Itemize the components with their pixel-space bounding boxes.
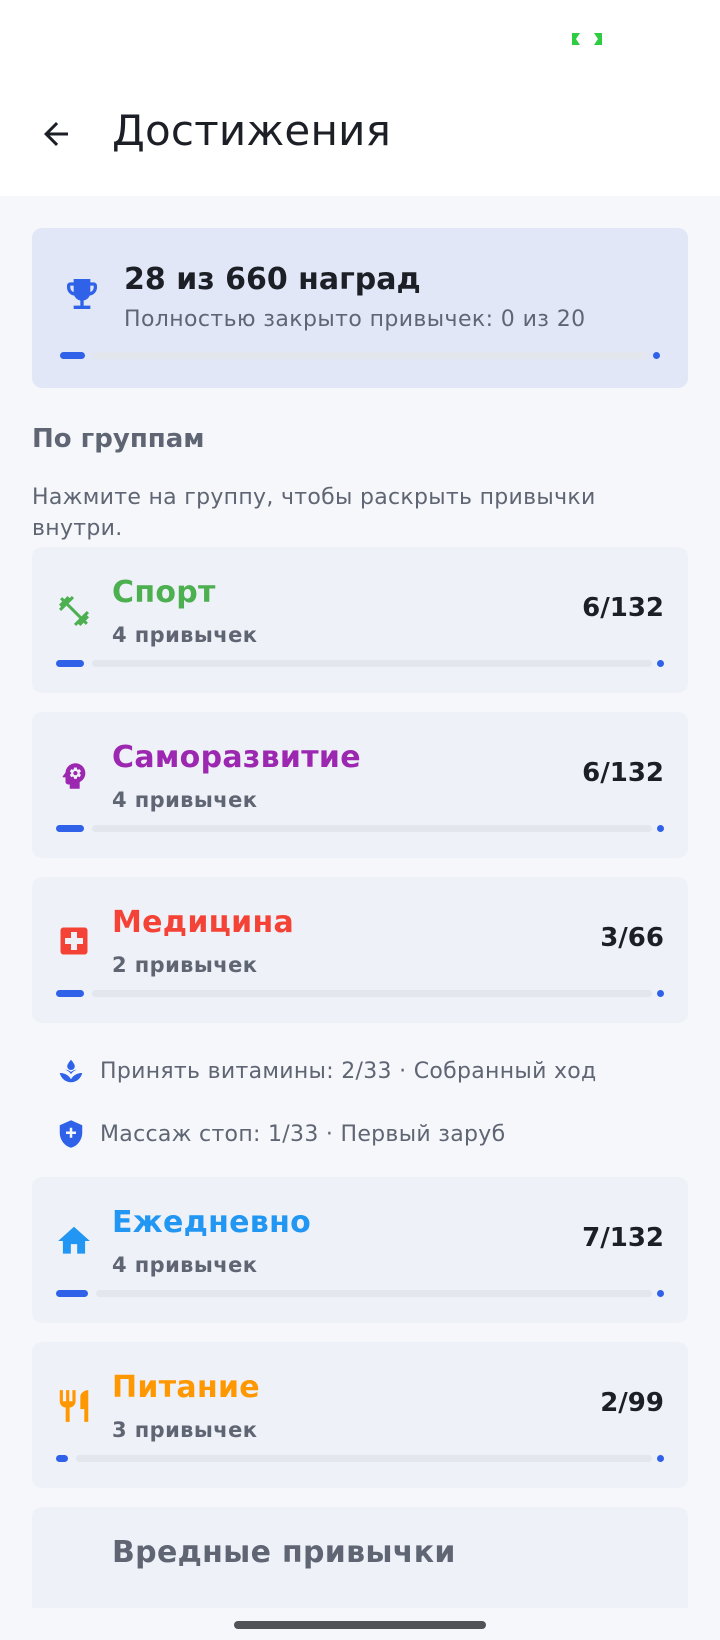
progress-end-dot <box>657 1290 664 1297</box>
summary-title: 28 из 660 наград <box>124 262 421 297</box>
screen-record-icon <box>572 33 602 45</box>
home-icon <box>54 1221 94 1261</box>
group-habit-count: 4 привычек <box>112 623 258 647</box>
leaf-drop-icon <box>56 1056 86 1086</box>
progress-end-dot <box>657 1455 664 1462</box>
section-hint: Нажмите на группу, чтобы раскрыть привыч… <box>32 485 596 541</box>
head-gear-icon <box>54 756 94 796</box>
system-navigation-bar <box>0 1608 720 1640</box>
page-title: Достижения <box>112 106 392 155</box>
group-progress-bar <box>56 990 664 997</box>
summary-subtitle: Полностью закрыто привычек: 0 из 20 <box>124 307 586 332</box>
progress-track <box>92 660 652 667</box>
shield-plus-icon <box>56 1119 86 1149</box>
progress-end-dot <box>657 825 664 832</box>
group-score: 6/132 <box>582 593 664 623</box>
group-name: Саморазвитие <box>112 740 361 775</box>
group-score: 6/132 <box>582 758 664 788</box>
group-card-bad-habits[interactable]: Вредные привычки <box>32 1507 688 1608</box>
group-name: Вредные привычки <box>112 1535 456 1570</box>
group-card-daily[interactable]: Ежедневно 4 привычек 7/132 <box>32 1177 688 1323</box>
group-score: 2/99 <box>600 1388 664 1418</box>
group-habit-count: 4 привычек <box>112 1253 258 1277</box>
progress-end-dot <box>657 660 664 667</box>
progress-fill <box>56 1455 68 1462</box>
habit-item-vitamins[interactable]: Принять витамины: 2/33 · Собранный ход <box>56 1051 676 1091</box>
progress-track <box>76 1455 652 1462</box>
progress-end-dot <box>657 990 664 997</box>
group-card-self-development[interactable]: Саморазвитие 4 привычек 6/132 <box>32 712 688 858</box>
group-habit-count: 2 привычек <box>112 953 258 977</box>
progress-fill <box>56 990 84 997</box>
group-score: 3/66 <box>600 923 664 953</box>
medical-cross-icon <box>54 921 94 961</box>
group-card-sport[interactable]: Спорт 4 привычек 6/132 <box>32 547 688 693</box>
achievements-content[interactable]: 28 из 660 наград Полностью закрыто привы… <box>0 196 720 1608</box>
habit-item-foot-massage[interactable]: Массаж стоп: 1/33 · Первый заруб <box>56 1114 676 1154</box>
group-score: 7/132 <box>582 1223 664 1253</box>
progress-track <box>92 990 652 997</box>
group-progress-bar <box>56 1290 664 1297</box>
group-progress-bar <box>56 660 664 667</box>
back-button[interactable] <box>24 102 88 166</box>
group-card-medicine[interactable]: Медицина 2 привычек 3/66 <box>32 877 688 1023</box>
progress-track <box>96 1290 652 1297</box>
trophy-icon <box>67 279 97 309</box>
group-name: Ежедневно <box>112 1205 312 1240</box>
group-progress-bar <box>56 825 664 832</box>
fork-knife-icon <box>54 1386 94 1426</box>
group-habit-count: 4 привычек <box>112 788 258 812</box>
group-progress-bar <box>56 1455 664 1462</box>
group-name: Спорт <box>112 575 216 610</box>
habit-text: Принять витамины: 2/33 · Собранный ход <box>100 1058 597 1084</box>
dumbbell-icon <box>54 591 94 631</box>
progress-track <box>92 825 652 832</box>
summary-progress-bar <box>60 352 660 359</box>
progress-fill <box>56 825 84 832</box>
summary-card: 28 из 660 наград Полностью закрыто привы… <box>32 228 688 388</box>
progress-fill <box>60 352 85 359</box>
group-card-nutrition[interactable]: Питание 3 привычек 2/99 <box>32 1342 688 1488</box>
status-bar <box>0 0 720 80</box>
arrow-left-icon <box>44 122 68 146</box>
section-title: По группам <box>32 424 205 454</box>
app-bar: Достижения <box>0 80 720 196</box>
group-habit-count: 3 привычек <box>112 1418 258 1442</box>
group-name: Медицина <box>112 905 295 940</box>
progress-fill <box>56 1290 88 1297</box>
group-name: Питание <box>112 1370 260 1405</box>
habit-text: Массаж стоп: 1/33 · Первый заруб <box>100 1121 506 1147</box>
progress-track <box>93 352 648 359</box>
progress-end-dot <box>653 352 660 359</box>
home-gesture-handle[interactable] <box>234 1621 486 1629</box>
progress-fill <box>56 660 84 667</box>
